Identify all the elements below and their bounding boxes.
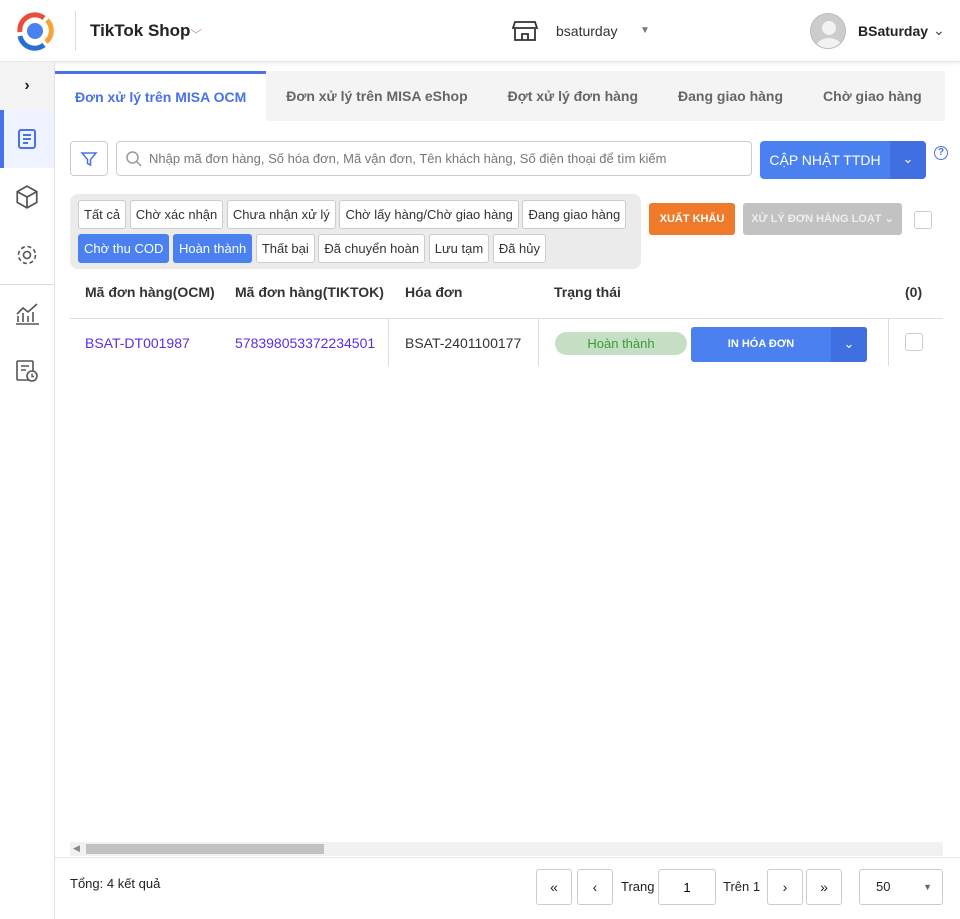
sidebar-item-products[interactable] xyxy=(0,168,54,226)
chart-icon xyxy=(16,302,39,325)
status-chip[interactable]: Chờ xác nhận xyxy=(129,200,224,229)
ocm-order-link[interactable]: BSAT-DT001987 xyxy=(85,335,190,351)
status-chip[interactable]: Đã hủy xyxy=(492,234,547,263)
status-badge: Hoàn thành xyxy=(555,332,687,355)
page-label: Trang xyxy=(621,879,655,894)
column-header-ocm: Mã đơn hàng(OCM) xyxy=(85,284,215,300)
column-header-selected-count: (0) xyxy=(905,284,923,300)
app-logo xyxy=(17,12,54,51)
divider xyxy=(388,319,389,366)
prev-page-button[interactable]: ‹ xyxy=(577,869,613,905)
caret-down-icon[interactable]: ▼ xyxy=(640,25,650,36)
report-icon xyxy=(16,360,38,382)
divider xyxy=(75,11,76,51)
store-icon xyxy=(512,21,538,41)
status-chip[interactable]: Chưa nhận xử lý xyxy=(226,200,336,229)
chevron-down-icon[interactable]: ⌄ xyxy=(831,327,867,362)
gear-icon xyxy=(17,245,37,265)
filter-button[interactable] xyxy=(70,141,108,176)
page-size-value: 50 xyxy=(876,879,891,894)
divider xyxy=(888,319,889,366)
divider xyxy=(70,318,943,319)
user-name[interactable]: BSaturday xyxy=(858,23,928,39)
first-page-button[interactable]: « xyxy=(536,869,572,905)
last-page-button[interactable]: » xyxy=(806,869,842,905)
tab-awaiting-delivery[interactable]: Chờ giao hàng xyxy=(803,71,942,121)
expand-sidebar-button[interactable]: › xyxy=(0,62,54,110)
export-button[interactable]: XUẤT KHẨU xyxy=(649,203,735,235)
tab-bar: Đơn xử lý trên MISA OCM Đơn xử lý trên M… xyxy=(55,71,945,121)
bulk-process-label: XỬ LÝ ĐƠN HÀNG LOẠT xyxy=(751,213,882,225)
sidebar: › xyxy=(0,62,55,919)
chevron-down-icon[interactable]: ⌄ xyxy=(890,141,926,179)
column-header-invoice: Hóa đơn xyxy=(405,284,463,300)
total-results: Tổng: 4 kết quả xyxy=(70,876,161,891)
scroll-left-icon[interactable]: ◀ xyxy=(73,843,80,854)
chevron-down-icon: ⌄ xyxy=(884,213,894,225)
tab-delivering[interactable]: Đang giao hàng xyxy=(658,71,803,121)
divider xyxy=(538,319,539,366)
channel-selector[interactable]: TikTok Shop xyxy=(90,21,190,41)
page-count: Trên 1 xyxy=(723,879,761,894)
column-header-tiktok: Mã đơn hàng(TIKTOK) xyxy=(235,284,384,300)
divider xyxy=(55,857,960,858)
horizontal-scrollbar[interactable]: ◀ xyxy=(70,842,943,856)
row-checkbox[interactable] xyxy=(905,333,923,351)
box-icon xyxy=(16,185,38,209)
help-icon[interactable]: ? xyxy=(934,146,948,160)
filter-icon xyxy=(80,151,98,166)
top-bar: TikTok Shop ﹀ bsaturday ▼ BSaturday ⌄ xyxy=(0,0,960,62)
select-all-checkbox[interactable] xyxy=(914,211,932,229)
status-chip[interactable]: Đang giao hàng xyxy=(522,200,627,229)
tiktok-order-link[interactable]: 578398053372234501 xyxy=(235,335,375,351)
bulk-process-button[interactable]: XỬ LÝ ĐƠN HÀNG LOẠT ⌄ xyxy=(743,203,902,235)
print-invoice-label[interactable]: IN HÓA ĐƠN xyxy=(691,327,831,362)
search-box xyxy=(116,141,752,176)
orders-icon xyxy=(18,129,36,149)
search-icon xyxy=(126,150,142,167)
tab-order-batches[interactable]: Đợt xử lý đơn hàng xyxy=(488,71,658,121)
sidebar-item-reports[interactable] xyxy=(0,284,54,342)
page-size-select[interactable]: 50 ▼ xyxy=(859,869,943,905)
status-chip[interactable]: Đã chuyển hoàn xyxy=(318,234,426,263)
status-chip[interactable]: Chờ lấy hàng/Chờ giao hàng xyxy=(339,200,519,229)
next-page-button[interactable]: › xyxy=(767,869,803,905)
column-header-status: Trạng thái xyxy=(554,284,621,300)
status-chip[interactable]: Hoàn thành xyxy=(172,234,253,263)
status-chip[interactable]: Tất cả xyxy=(78,200,127,229)
store-selector[interactable]: bsaturday xyxy=(556,23,617,39)
status-chip[interactable]: Chờ thu COD xyxy=(78,234,170,263)
avatar[interactable] xyxy=(810,13,846,49)
tab-eshop-orders[interactable]: Đơn xử lý trên MISA eShop xyxy=(266,71,487,121)
chevron-down-icon[interactable]: ﹀ xyxy=(190,26,202,43)
caret-down-icon: ▼ xyxy=(923,882,932,892)
invoice-number: BSAT-2401100177 xyxy=(405,335,522,351)
sidebar-item-history[interactable] xyxy=(0,342,54,400)
sidebar-item-orders[interactable] xyxy=(0,110,54,168)
status-chip[interactable]: Lưu tạm xyxy=(428,234,490,263)
update-status-button[interactable]: CẬP NHẬT TTDH ⌄ xyxy=(760,141,926,179)
print-invoice-button[interactable]: IN HÓA ĐƠN ⌄ xyxy=(691,327,867,362)
status-filter-chips: Tất cả Chờ xác nhận Chưa nhận xử lý Chờ … xyxy=(70,194,641,269)
scrollbar-thumb[interactable] xyxy=(86,844,324,854)
update-status-label[interactable]: CẬP NHẬT TTDH xyxy=(760,141,890,179)
tab-ocm-orders[interactable]: Đơn xử lý trên MISA OCM xyxy=(55,71,267,121)
status-chip[interactable]: Thất bại xyxy=(255,234,315,263)
search-input[interactable] xyxy=(149,151,751,166)
page-input[interactable] xyxy=(658,869,716,905)
sidebar-item-settings[interactable] xyxy=(0,226,54,284)
chevron-down-icon[interactable]: ⌄ xyxy=(933,22,945,39)
